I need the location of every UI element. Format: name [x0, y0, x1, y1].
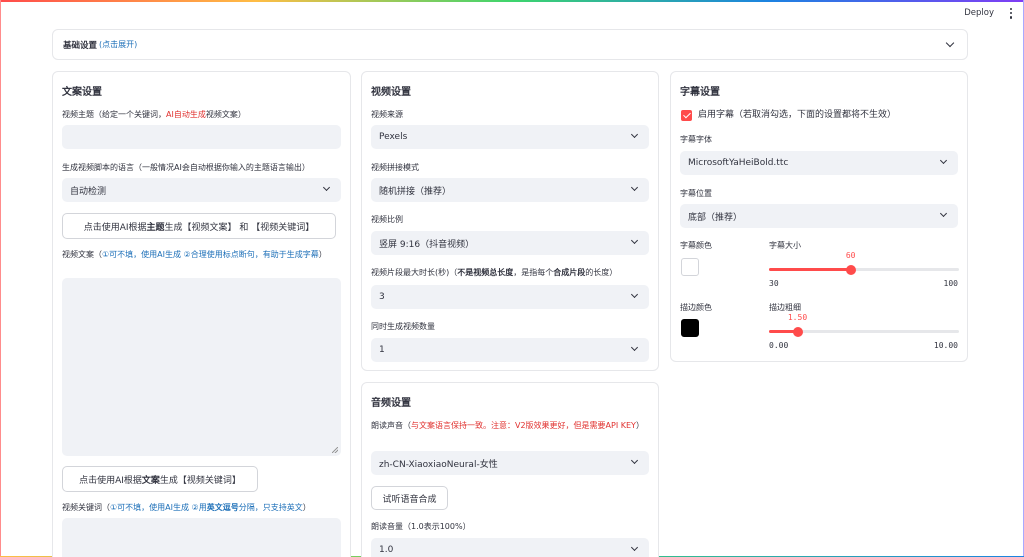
voice-label: 朗读声音（与文案语言保持一致。注意：V2版效果更好，但是需要API KEY） — [371, 421, 644, 430]
voice-select[interactable]: zh-CN-XiaoxiaoNeural-女性 — [371, 451, 649, 475]
enable-subtitle-checkbox[interactable] — [681, 110, 692, 121]
aspect-ratio-select[interactable]: 竖屏 9:16（抖音视频） — [371, 231, 649, 255]
chevron-down-icon — [630, 183, 639, 192]
subtitle-position-label: 字幕位置 — [680, 189, 712, 198]
volume-label: 朗读音量（1.0表示100%） — [371, 522, 471, 531]
video-source-select[interactable]: Pexels — [371, 125, 649, 149]
deploy-button[interactable]: Deploy — [964, 8, 994, 18]
video-script-label: 视频文案（①可不填，使用AI生成 ②合理使用标点断句，有助于生成字幕） — [62, 250, 327, 259]
subtitle-size-max: 100 — [943, 279, 958, 288]
video-count-label: 同时生成视频数量 — [371, 322, 435, 331]
audio-settings-card: 音频设置 朗读声音（与文案语言保持一致。注意：V2版效果更好，但是需要API K… — [361, 382, 659, 557]
subtitle-settings-card: 字幕设置 启用字幕（若取消勾选，下面的设置都将不生效） 字幕字体 Microso… — [670, 71, 968, 362]
chevron-down-icon — [630, 236, 639, 245]
clip-duration-select[interactable]: 3 — [371, 285, 649, 309]
chevron-down-icon — [945, 38, 955, 48]
video-keywords-textarea[interactable] — [62, 518, 341, 557]
stroke-width-value: 1.50 — [787, 313, 808, 322]
subtitle-size-slider[interactable]: 60 — [769, 251, 959, 275]
video-subject-label: 视频主题（给定一个关键词，AI自动生成视频文案） — [62, 110, 246, 119]
subtitle-settings-title: 字幕设置 — [680, 87, 720, 98]
subtitle-font-select[interactable]: MicrosoftYaHeiBold.ttc — [680, 151, 958, 175]
stroke-width-slider[interactable]: 1.50 — [769, 313, 959, 337]
chevron-down-icon — [939, 156, 948, 165]
chevron-down-icon — [939, 209, 948, 218]
chevron-down-icon — [630, 343, 639, 352]
subtitle-size-handle[interactable] — [845, 264, 856, 275]
concat-mode-select[interactable]: 随机拼接（推荐） — [371, 178, 649, 202]
frame-border-left — [0, 0, 1, 557]
video-count-select[interactable]: 1 — [371, 338, 649, 362]
subtitle-color-label: 字幕颜色 — [680, 241, 712, 250]
test-voice-button[interactable]: 试听语音合成 — [371, 486, 448, 510]
basic-settings-hint: (点击展开) — [99, 40, 138, 49]
subtitle-size-fill — [769, 268, 851, 271]
video-settings-card: 视频设置 视频来源 Pexels 视频拼接模式 随机拼接（推荐） 视频比例 竖屏… — [361, 71, 659, 371]
stroke-color-label: 描边颜色 — [680, 303, 712, 312]
stroke-width-min: 0.00 — [769, 341, 789, 350]
script-language-select[interactable]: 自动检测 — [62, 178, 341, 202]
top-gradient-bar — [0, 0, 1024, 2]
stroke-width-max: 10.00 — [933, 341, 958, 350]
chevron-down-icon — [322, 183, 331, 192]
audio-settings-title: 音频设置 — [371, 398, 411, 409]
stroke-width-handle[interactable] — [792, 326, 803, 337]
basic-settings-expander[interactable]: 基础设置 (点击展开) — [52, 29, 968, 60]
video-script-textarea[interactable] — [62, 278, 341, 456]
basic-settings-title: 基础设置 — [63, 40, 98, 51]
chevron-down-icon — [630, 290, 639, 299]
chevron-down-icon — [630, 456, 639, 465]
video-subject-input[interactable] — [62, 125, 341, 149]
video-keywords-label: 视频关键词（①可不填，使用AI生成 ②用英文逗号分隔，只支持英文） — [62, 503, 311, 512]
subtitle-size-value: 60 — [845, 251, 856, 260]
clip-duration-label: 视频片段最大时长(秒)（不是视频总长度，是指每个合成片段的长度） — [371, 268, 618, 277]
chevron-down-icon — [630, 543, 639, 552]
generate-keywords-button[interactable]: 点击使用AI根据 文案 生成【视频关键词】 — [62, 466, 258, 492]
video-source-label: 视频来源 — [371, 110, 403, 119]
aspect-ratio-label: 视频比例 — [371, 215, 403, 224]
script-settings-card: 文案设置 视频主题（给定一个关键词，AI自动生成视频文案） 生成视频脚本的语言（… — [52, 71, 351, 557]
video-settings-title: 视频设置 — [371, 87, 411, 98]
subtitle-color-picker[interactable] — [681, 258, 699, 276]
app-toolbar: Deploy — [964, 8, 1016, 19]
generate-script-button[interactable]: 点击使用AI根据 主题 生成【视频文案】 和 【视频关键词】 — [62, 213, 336, 239]
subtitle-size-min: 30 — [769, 279, 779, 288]
enable-subtitle-label: 启用字幕（若取消勾选，下面的设置都将不生效） — [698, 110, 897, 120]
subtitle-size-label: 字幕大小 — [769, 241, 801, 250]
main-menu-icon[interactable] — [1006, 8, 1016, 19]
script-language-label: 生成视频脚本的语言（一般情况AI会自动根据你输入的主题语言输出） — [62, 163, 310, 172]
resize-handle-icon[interactable] — [332, 447, 338, 453]
chevron-down-icon — [630, 130, 639, 139]
subtitle-font-label: 字幕字体 — [680, 135, 712, 144]
script-settings-title: 文案设置 — [62, 87, 102, 98]
volume-select[interactable]: 1.0 — [371, 538, 649, 557]
concat-mode-label: 视频拼接模式 — [371, 163, 419, 172]
subtitle-position-select[interactable]: 底部（推荐） — [680, 204, 958, 228]
stroke-color-picker[interactable] — [681, 319, 699, 337]
